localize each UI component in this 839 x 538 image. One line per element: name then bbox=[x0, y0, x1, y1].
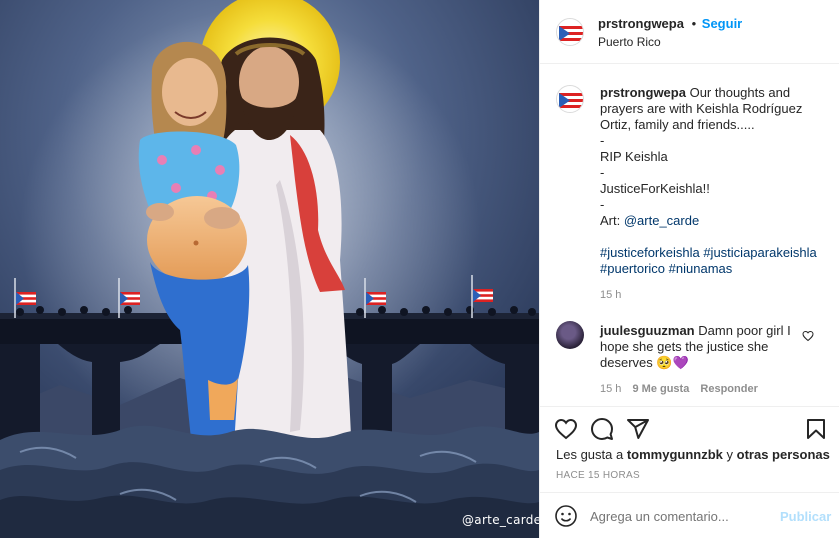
add-comment-bar: Publicar bbox=[540, 492, 839, 538]
artist-watermark: @arte_carde bbox=[462, 513, 539, 527]
caption-line: - bbox=[600, 133, 605, 148]
hashtags-line[interactable]: #justiceforkeishla #justiciaparakeishla bbox=[600, 245, 824, 261]
post-location[interactable]: Puerto Rico bbox=[598, 35, 661, 49]
caption-line: RIP Keishla bbox=[600, 149, 668, 164]
post-sidebar: prstrongwepa • Seguir Puerto Rico prstro… bbox=[539, 0, 839, 538]
likes-others-link[interactable]: otras personas bbox=[737, 447, 830, 462]
likes-user-link[interactable]: tommygunnzbk bbox=[627, 447, 723, 462]
caption-avatar[interactable] bbox=[556, 85, 584, 113]
publish-button[interactable]: Publicar bbox=[780, 509, 831, 524]
commenter-avatar[interactable] bbox=[556, 321, 584, 349]
comment-icon[interactable] bbox=[590, 417, 614, 441]
post-header: prstrongwepa • Seguir Puerto Rico bbox=[540, 0, 839, 64]
caption-line: JusticeForKeishla!! bbox=[600, 181, 710, 196]
caption-line: - bbox=[600, 165, 605, 180]
post-caption: prstrongwepa Our thoughts and prayers ar… bbox=[600, 85, 824, 277]
small-heart-icon[interactable] bbox=[802, 330, 814, 342]
post-age[interactable]: HACE 15 HORAS bbox=[556, 470, 640, 481]
artwork-illustration bbox=[0, 0, 539, 538]
hashtags-line[interactable]: #puertorico #niunamas bbox=[600, 261, 824, 277]
art-mention-link[interactable]: @arte_carde bbox=[624, 213, 699, 228]
header-username[interactable]: prstrongwepa bbox=[598, 16, 684, 31]
comment-likes[interactable]: 9 Me gusta bbox=[632, 383, 689, 395]
likes-prefix: Les gusta a bbox=[556, 447, 624, 462]
reply-button[interactable]: Responder bbox=[700, 383, 757, 395]
follow-separator: • bbox=[691, 16, 697, 31]
post-image[interactable]: @arte_carde bbox=[0, 0, 539, 538]
instagram-post: @arte_carde prstrongwepa • Seguir Puerto… bbox=[0, 0, 839, 538]
emoji-icon[interactable] bbox=[554, 504, 578, 528]
avatar[interactable] bbox=[556, 18, 584, 46]
paper-plane-icon[interactable] bbox=[626, 417, 650, 441]
comments-area: prstrongwepa Our thoughts and prayers ar… bbox=[540, 65, 839, 405]
pr-flag-avatar-icon bbox=[557, 19, 583, 45]
heart-icon[interactable] bbox=[554, 417, 578, 441]
caption-line: - bbox=[600, 197, 605, 212]
comment-time[interactable]: 15 h bbox=[600, 383, 621, 395]
pr-flag-avatar-icon bbox=[557, 86, 583, 112]
comment-text-block: juulesguuzman Damn poor girl I hope she … bbox=[600, 323, 800, 371]
comment-input[interactable] bbox=[590, 506, 770, 526]
commenter-username[interactable]: juulesguuzman bbox=[600, 323, 695, 338]
follow-button[interactable]: Seguir bbox=[702, 16, 742, 31]
caption-username[interactable]: prstrongwepa bbox=[600, 85, 686, 100]
caption-time[interactable]: 15 h bbox=[600, 289, 621, 301]
bookmark-icon[interactable] bbox=[804, 417, 828, 441]
likes-connector: y bbox=[726, 447, 734, 462]
caption-art-label: Art: bbox=[600, 213, 621, 228]
